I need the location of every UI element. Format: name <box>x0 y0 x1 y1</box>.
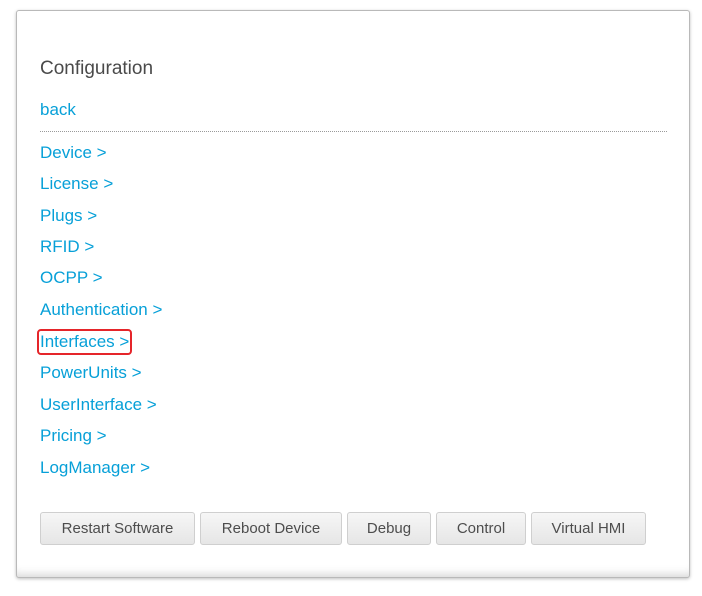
menu-item-plugs[interactable]: Plugs > <box>40 206 97 226</box>
back-link[interactable]: back <box>40 100 76 120</box>
menu-item-license[interactable]: License > <box>40 174 113 194</box>
reboot-device-button[interactable]: Reboot Device <box>200 512 342 545</box>
debug-button[interactable]: Debug <box>347 512 431 545</box>
virtual-hmi-button[interactable]: Virtual HMI <box>531 512 646 545</box>
menu-item-powerunits[interactable]: PowerUnits > <box>40 363 142 383</box>
control-button[interactable]: Control <box>436 512 526 545</box>
menu-item-pricing[interactable]: Pricing > <box>40 426 107 446</box>
divider <box>40 131 667 132</box>
restart-software-button[interactable]: Restart Software <box>40 512 195 545</box>
menu-item-authentication[interactable]: Authentication > <box>40 300 162 320</box>
menu-item-userinterface[interactable]: UserInterface > <box>40 395 157 415</box>
page-title: Configuration <box>40 58 154 79</box>
configuration-panel: Configuration back Device > License > Pl… <box>16 10 690 578</box>
menu-item-rfid[interactable]: RFID > <box>40 237 94 257</box>
menu-item-logmanager[interactable]: LogManager > <box>40 458 150 478</box>
menu-item-interfaces[interactable]: Interfaces > <box>36 329 133 355</box>
menu-item-device[interactable]: Device > <box>40 143 107 163</box>
menu-item-ocpp[interactable]: OCPP > <box>40 268 103 288</box>
